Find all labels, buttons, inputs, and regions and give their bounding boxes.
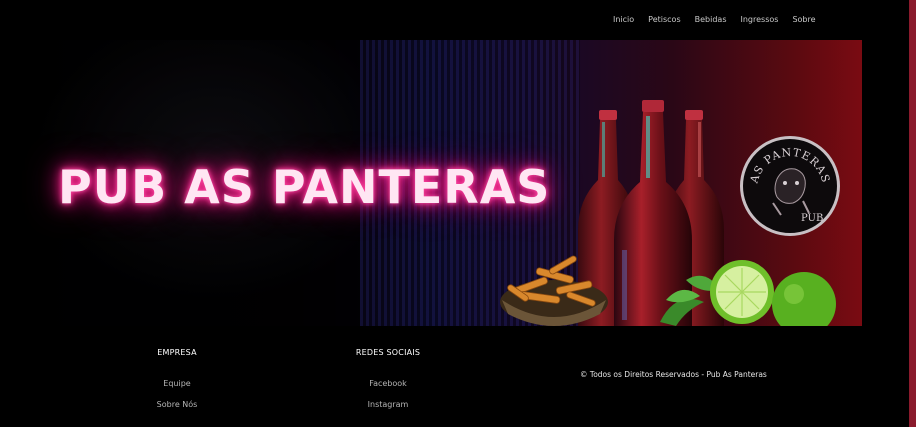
hero-banner: PUB AS PANTERAS AS PANTERAS PUB <box>0 40 862 326</box>
limes-and-mint-image <box>660 260 836 326</box>
nav-link-sobre[interactable]: Sobre <box>785 14 822 26</box>
top-navigation: Inicio Petiscos Bebidas Ingressos Sobre <box>606 14 823 26</box>
footer-heading-redes-sociais: REDES SOCIAIS <box>355 348 421 357</box>
footer-link-equipe[interactable]: Equipe <box>117 379 237 388</box>
nav-link-inicio[interactable]: Inicio <box>606 14 641 26</box>
footer-heading-empresa: EMPRESA <box>157 348 197 357</box>
snack-bowl-image <box>500 255 608 326</box>
copyright-text: © Todos os Direitos Reservados - Pub As … <box>580 370 767 379</box>
footer-link-facebook[interactable]: Facebook <box>328 379 448 388</box>
footer-link-sobre-nos[interactable]: Sobre Nós <box>117 400 237 409</box>
nav-link-petiscos[interactable]: Petiscos <box>641 14 687 26</box>
hero-title: PUB AS PANTERAS <box>58 160 551 214</box>
svg-text:PUB: PUB <box>801 213 823 224</box>
nav-link-ingressos[interactable]: Ingressos <box>733 14 785 26</box>
panther-emblem-icon: AS PANTERAS PUB <box>747 146 831 224</box>
right-edge-bar <box>909 0 916 427</box>
footer-column-empresa: EMPRESA Equipe Sobre Nós <box>117 348 237 409</box>
footer-column-redes-sociais: REDES SOCIAIS Facebook Instagram <box>328 348 448 409</box>
footer-link-instagram[interactable]: Instagram <box>328 400 448 409</box>
nav-link-bebidas[interactable]: Bebidas <box>688 14 734 26</box>
pub-logo-seal: AS PANTERAS PUB <box>740 136 840 236</box>
